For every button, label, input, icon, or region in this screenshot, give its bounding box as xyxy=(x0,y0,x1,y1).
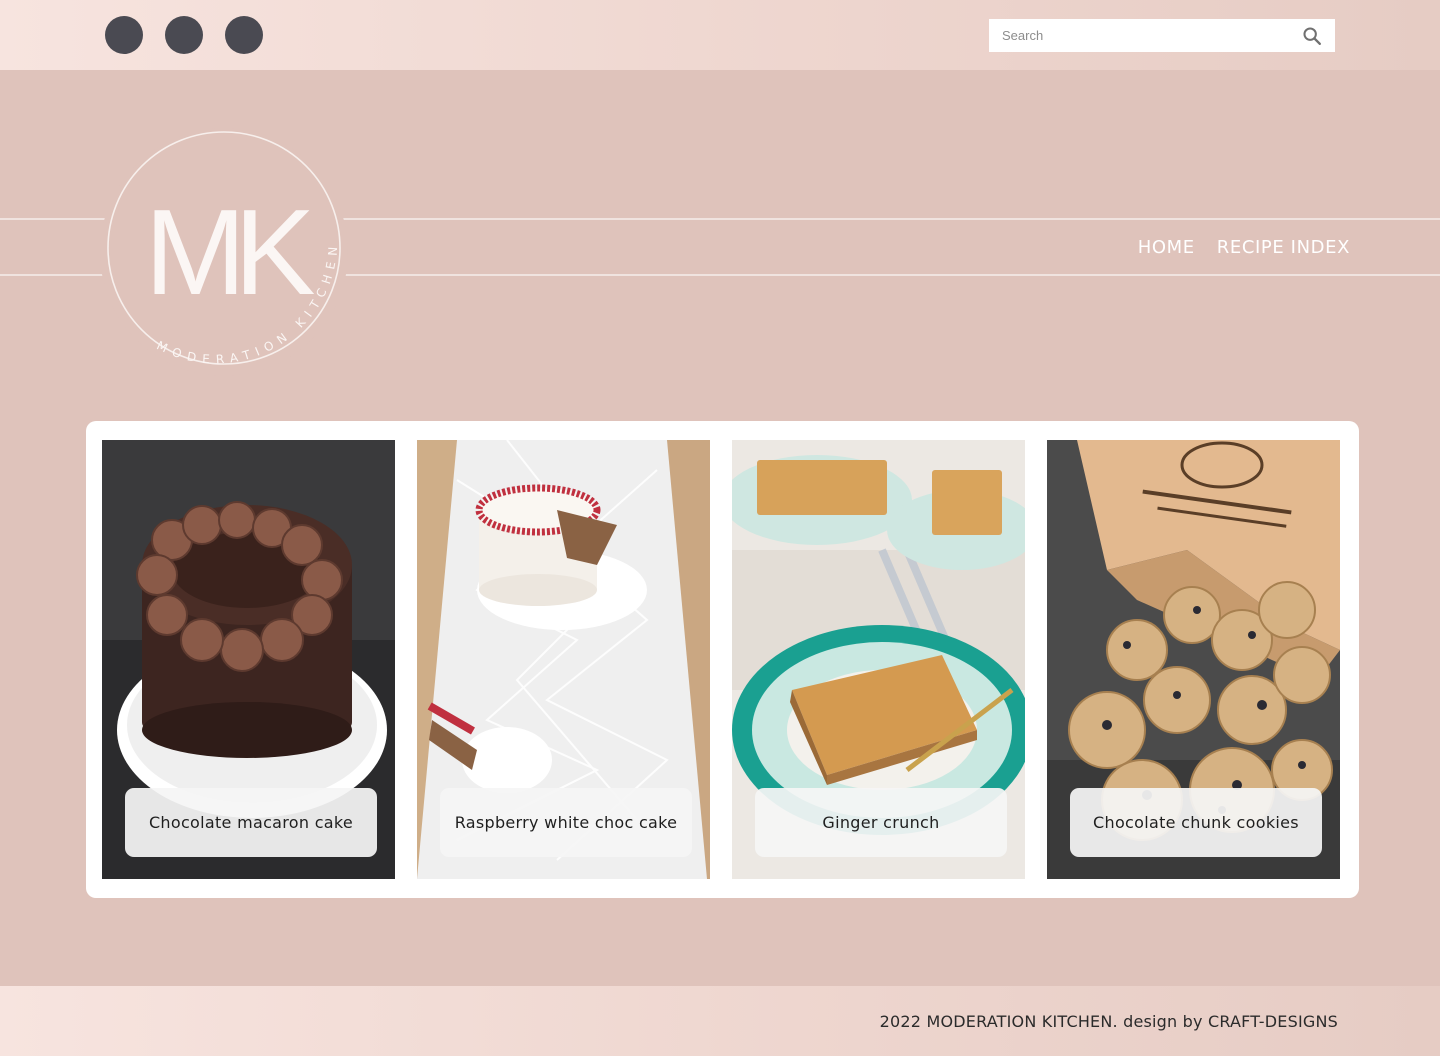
recipe-card-chocolate-chunk-cookies[interactable]: Chocolate chunk cookies xyxy=(1047,440,1340,879)
nav-home[interactable]: HOME xyxy=(1138,237,1195,258)
recipe-card-raspberry-white-choc-cake[interactable]: Raspberry white choc cake xyxy=(417,440,710,879)
recipe-title: Ginger crunch xyxy=(755,788,1007,857)
brand-logo[interactable]: MK MODERATION KITCHEN xyxy=(100,128,348,376)
recipe-card-ginger-crunch[interactable]: Ginger crunch xyxy=(732,440,1025,879)
recipe-card-panel: Chocolate macaron cake Raspberry white c… xyxy=(86,421,1359,898)
footer-credit: 2022 MODERATION KITCHEN. design by CRAFT… xyxy=(879,1012,1338,1031)
nav-recipe-index[interactable]: RECIPE INDEX xyxy=(1217,237,1350,258)
social-link-2[interactable] xyxy=(165,16,203,54)
social-link-3[interactable] xyxy=(225,16,263,54)
search-icon[interactable] xyxy=(1301,25,1323,47)
search-input[interactable] xyxy=(989,19,1289,52)
search-box xyxy=(989,19,1335,52)
recipe-title: Chocolate macaron cake xyxy=(125,788,377,857)
site-footer: 2022 MODERATION KITCHEN. design by CRAFT… xyxy=(0,986,1440,1056)
logo-monogram: MK xyxy=(145,184,315,320)
top-bar xyxy=(0,0,1440,70)
recipe-card-chocolate-macaron-cake[interactable]: Chocolate macaron cake xyxy=(102,440,395,879)
recipe-title: Raspberry white choc cake xyxy=(440,788,692,857)
social-link-1[interactable] xyxy=(105,16,143,54)
main-nav: HOME RECIPE INDEX xyxy=(1138,237,1350,258)
recipe-title: Chocolate chunk cookies xyxy=(1070,788,1322,857)
